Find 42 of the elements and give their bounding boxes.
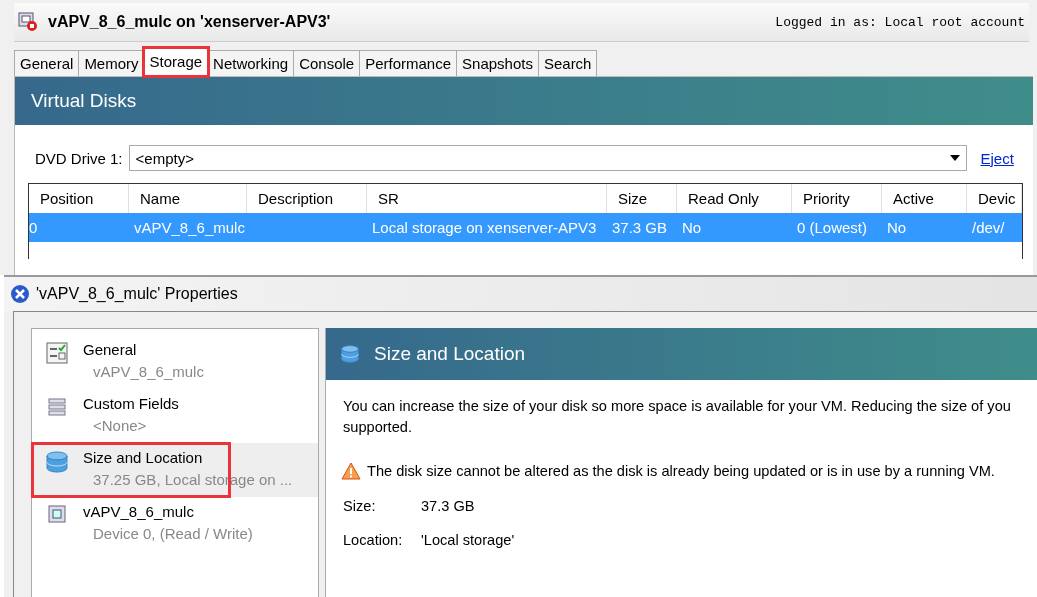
tab[interactable]: Console	[293, 50, 361, 76]
field-value: 'Local storage'	[421, 532, 515, 548]
tab[interactable]: Snapshots	[456, 50, 539, 76]
checklist-icon	[46, 342, 68, 364]
table-cell: vAPV_8_6_mulc	[134, 219, 245, 236]
sidebar-item[interactable]: General vAPV_8_6_mulc	[32, 335, 318, 389]
disk-stack-icon	[45, 450, 69, 474]
window-title: vAPV_8_6_mulc on 'xenserver-APV3'	[48, 13, 332, 31]
table-cell: 37.3 GB	[612, 219, 668, 236]
table-cell: Local storage on xenserver-APV3	[372, 219, 597, 236]
warning-icon	[341, 462, 361, 480]
tab[interactable]: Networking	[207, 50, 295, 76]
section-header: Virtual Disks	[15, 77, 1033, 125]
field-label: Size:	[343, 498, 377, 514]
tab[interactable]: General	[14, 50, 80, 76]
table-cell: No	[682, 219, 702, 236]
sidebar-item[interactable]: vAPV_8_6_mulc Device 0, (Read / Write)	[32, 497, 318, 551]
field-label: Location:	[343, 532, 404, 548]
tab[interactable]: Storage	[143, 48, 209, 76]
table-cell: No	[887, 219, 907, 236]
table-cell: 0 (Lowest)	[797, 219, 868, 236]
vm-stopped-icon	[18, 12, 38, 32]
login-status: Logged in as: Local root account	[775, 14, 1025, 30]
warning-message: The disk size cannot be altered as the disk is already being updated or is in use by a running VM.	[367, 463, 995, 479]
eject-link[interactable]: Eject	[980, 149, 1014, 167]
tab[interactable]: Search	[537, 50, 598, 76]
field-value: 37.3 GB	[421, 498, 475, 514]
table-cell: /dev/	[972, 219, 1005, 236]
list-icon	[46, 396, 68, 418]
tab[interactable]: Memory	[78, 50, 145, 76]
page-header: Size and Location	[326, 328, 1037, 380]
sidebar-item[interactable]: Custom Fields <None>	[32, 389, 318, 443]
description-text: You can increase the size of your disk so more space is available for your VM. Reducing the size of you supported.	[343, 397, 1012, 437]
table-cell: 0	[29, 219, 38, 236]
drive-icon	[47, 504, 67, 524]
disk-stack-icon	[340, 344, 360, 364]
close-icon[interactable]	[10, 284, 30, 304]
field-label: DVD Drive 1:	[35, 149, 123, 167]
dvd-dropdown[interactable]: <empty>	[128, 145, 967, 171]
tab[interactable]: Performance	[359, 50, 458, 76]
dropdown-arrow-icon	[949, 155, 960, 161]
dialog-title: 'vAPV_8_6_mulc' Properties	[36, 285, 238, 303]
